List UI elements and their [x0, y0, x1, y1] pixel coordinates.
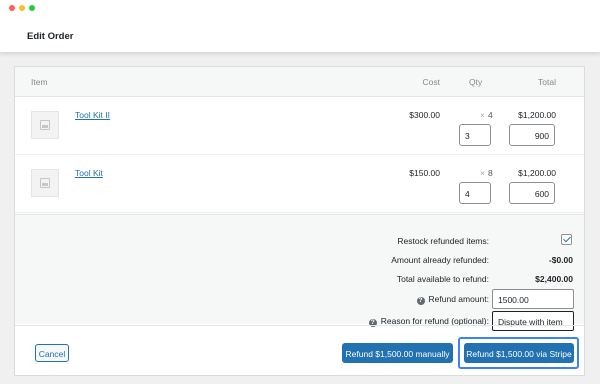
- zoom-window-dot[interactable]: [29, 5, 35, 11]
- header-total: Total: [538, 77, 556, 87]
- item-total: $1,200.00: [518, 168, 556, 178]
- item-cost: $300.00: [409, 110, 440, 120]
- refund-total-input[interactable]: 900: [509, 124, 555, 146]
- times-symbol: ×: [480, 168, 485, 178]
- header-cost: Cost: [422, 77, 440, 87]
- header-qty: Qty: [469, 77, 483, 87]
- restock-checkbox[interactable]: [561, 234, 572, 245]
- image-placeholder-icon: [40, 178, 50, 188]
- product-link[interactable]: Tool Kit II: [75, 110, 110, 120]
- refund-summary: Restock refunded items: Amount already r…: [15, 214, 584, 331]
- refund-panel: Item Cost Qty Total Tool Kit II $300.00 …: [14, 66, 585, 376]
- already-refunded-label: Amount already refunded:: [391, 255, 489, 265]
- refund-manually-button[interactable]: Refund $1,500.00 manually: [342, 343, 453, 363]
- refund-total-input[interactable]: 600: [509, 182, 555, 204]
- minimize-window-dot[interactable]: [19, 5, 25, 11]
- available-to-refund-value: $2,400.00: [535, 274, 573, 284]
- available-to-refund-label: Total available to refund:: [396, 274, 489, 284]
- image-placeholder-icon: [40, 120, 50, 130]
- refund-amount-input[interactable]: 1500.00: [492, 289, 574, 309]
- close-window-dot[interactable]: [9, 5, 15, 11]
- refund-qty-input[interactable]: 4: [459, 182, 491, 204]
- qty-value: 4: [487, 110, 493, 120]
- already-refunded-value: -$0.00: [548, 255, 573, 265]
- item-qty: × 4: [480, 110, 493, 120]
- help-icon[interactable]: ?: [416, 297, 425, 305]
- refund-qty-input[interactable]: 3: [459, 124, 491, 146]
- refund-amount-label: ? Refund amount:: [416, 294, 489, 305]
- qty-value: 8: [487, 168, 493, 178]
- product-thumbnail: [31, 169, 59, 197]
- item-qty: × 8: [480, 168, 493, 178]
- items-table-header: Item Cost Qty Total: [15, 67, 584, 97]
- page-title: Edit Order: [27, 31, 74, 42]
- refund-actions: Cancel Refund $1,500.00 manually Refund …: [15, 325, 584, 375]
- table-row: Tool Kit II $300.00 × 4 $1,200.00 3 900: [15, 97, 584, 155]
- restock-label: Restock refunded items:: [397, 236, 489, 246]
- cancel-button[interactable]: Cancel: [35, 344, 69, 362]
- refund-via-stripe-button[interactable]: Refund $1,500.00 via Stripe: [464, 343, 574, 363]
- refund-amount-text: Refund amount:: [428, 294, 489, 304]
- window-controls: [9, 5, 35, 11]
- table-row: Tool Kit $150.00 × 8 $1,200.00 4 600: [15, 155, 584, 213]
- top-bar: Edit Order: [0, 0, 600, 52]
- header-item: Item: [31, 77, 48, 87]
- times-symbol: ×: [480, 110, 485, 120]
- product-thumbnail: [31, 111, 59, 139]
- item-cost: $150.00: [409, 168, 440, 178]
- product-link[interactable]: Tool Kit: [75, 168, 103, 178]
- item-total: $1,200.00: [518, 110, 556, 120]
